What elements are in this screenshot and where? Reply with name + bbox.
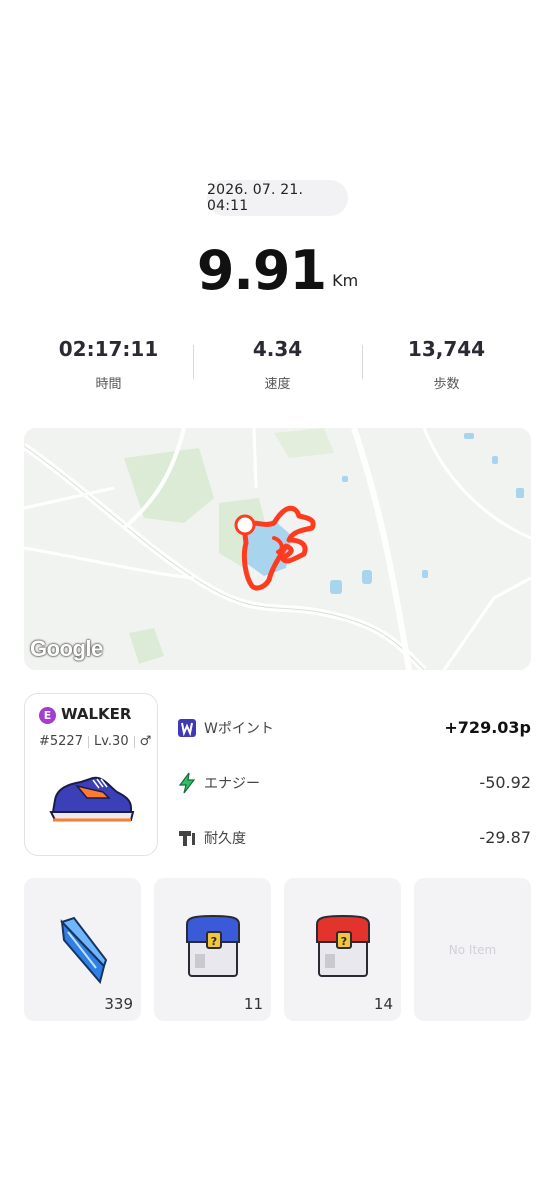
stat-time: 02:17:11 時間 [24, 335, 193, 395]
rewards-list: Wポイント +729.03p エナジー -50.92 耐久度 -29.87 [176, 700, 531, 865]
run-result-screen: 2026. 07. 21. 04:11 9.91 Km 02:17:11 時間 … [0, 0, 555, 1200]
energy-bolt-icon [176, 772, 198, 794]
item-slot-red-box[interactable]: ? 14 [284, 878, 401, 1021]
sneaker-icon [49, 776, 135, 822]
shoe-level: Lv.30 [93, 734, 129, 749]
reward-row-w-point: Wポイント +729.03p [176, 700, 531, 755]
item-slot-gem[interactable]: 339 [24, 878, 141, 1021]
stat-speed-label: 速度 [264, 377, 291, 392]
divider [133, 735, 135, 748]
stat-steps-value: 13,744 [407, 337, 486, 361]
red-mystery-box-icon: ? [315, 914, 370, 977]
reward-name: エナジー [204, 775, 260, 792]
gender-icon: ♂ [139, 734, 152, 749]
distance-display: 9.91 Km [0, 232, 555, 302]
stat-time-label: 時間 [95, 377, 122, 392]
reward-amount: -29.87 [479, 828, 531, 847]
stat-steps: 13,744 歩数 [362, 335, 531, 395]
stat-speed-value: 4.34 [252, 337, 303, 361]
item-count: 14 [373, 995, 393, 1013]
durability-icon [176, 827, 198, 849]
item-rewards: 339 ? 11 ? 14 No Item [24, 878, 531, 1021]
stat-time-value: 02:17:11 [58, 337, 159, 361]
reward-name: 耐久度 [204, 830, 246, 847]
item-slot-empty: No Item [414, 878, 531, 1021]
stats-row: 02:17:11 時間 4.34 速度 13,744 歩数 [24, 335, 531, 395]
item-slot-blue-box[interactable]: ? 11 [154, 878, 271, 1021]
blue-gem-icon [59, 916, 107, 985]
svg-text:?: ? [340, 935, 346, 948]
shoe-type: WALKER [61, 705, 132, 723]
blue-mystery-box-icon: ? [185, 914, 240, 977]
shoe-meta: #5227 Lv.30 ♂ [39, 734, 151, 749]
stat-speed: 4.34 速度 [193, 335, 362, 395]
item-count: 11 [243, 995, 263, 1013]
empty-item-label: No Item [448, 942, 497, 957]
item-count: 339 [104, 995, 133, 1013]
reward-amount: +729.03p [444, 718, 531, 737]
reward-row-energy: エナジー -50.92 [176, 755, 531, 810]
reward-row-durability: 耐久度 -29.87 [176, 810, 531, 865]
shoe-id: #5227 [39, 734, 83, 749]
divider [87, 735, 89, 748]
reward-name: Wポイント [204, 720, 274, 737]
shoe-card[interactable]: E WALKER #5227 Lv.30 ♂ [24, 693, 158, 856]
rarity-badge: E [39, 707, 56, 724]
stat-steps-label: 歩数 [433, 377, 460, 392]
svg-text:?: ? [210, 935, 216, 948]
reward-amount: -50.92 [479, 773, 531, 792]
distance-value: 9.91 [196, 239, 327, 302]
map-canvas [24, 428, 531, 670]
route-map[interactable]: Google [24, 428, 531, 670]
distance-unit: Km [332, 271, 359, 290]
record-datetime: 2026. 07. 21. 04:11 [207, 180, 348, 216]
google-logo: Google [30, 636, 103, 661]
w-point-icon [176, 717, 198, 739]
